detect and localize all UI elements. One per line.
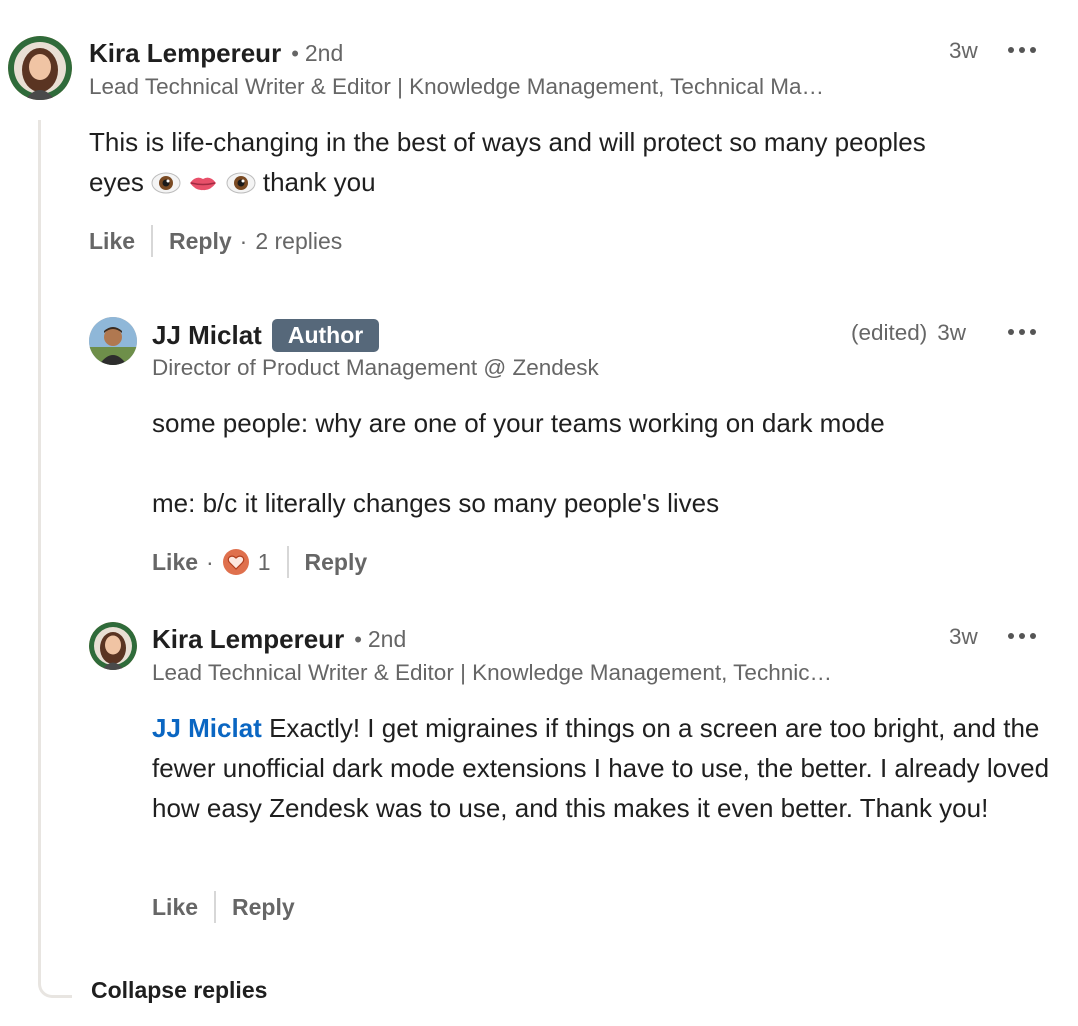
dot-separator: • [354, 626, 362, 652]
more-options-icon[interactable] [1008, 631, 1036, 641]
edited-label: (edited) [851, 320, 928, 345]
commenter-headline: Lead Technical Writer & Editor | Knowled… [152, 660, 832, 685]
comment-text-line: This is life-changing in the best of way… [89, 127, 926, 157]
mention-link[interactable]: JJ Miclat [152, 713, 262, 743]
timestamp: 3w [949, 624, 978, 649]
dot-separator: • [291, 40, 299, 66]
divider [214, 891, 217, 923]
dot-separator: · [239, 227, 248, 254]
reply-button[interactable]: Reply [305, 549, 368, 576]
author-badge: Author [271, 319, 380, 352]
lips-emoji [190, 177, 217, 191]
commenter-name[interactable]: JJ Miclat [152, 320, 262, 351]
replies-count[interactable]: 2 replies [255, 228, 342, 255]
timestamp: 3w [949, 38, 978, 63]
divider [151, 225, 154, 257]
more-options-icon[interactable] [1008, 45, 1036, 55]
heart-reaction-icon[interactable] [222, 548, 250, 576]
reply-button[interactable]: Reply [169, 228, 232, 255]
commenter-name[interactable]: Kira Lempereur [152, 624, 344, 655]
collapse-replies-button[interactable]: Collapse replies [91, 977, 267, 1004]
avatar[interactable] [8, 36, 72, 100]
commenter-headline: Lead Technical Writer & Editor | Knowled… [89, 74, 824, 99]
avatar[interactable] [89, 622, 137, 670]
comment-text-suffix: thank you [262, 167, 376, 197]
avatar[interactable] [89, 317, 137, 365]
comment-text-line: some people: why are one of your teams w… [152, 408, 885, 438]
thread-line [38, 120, 72, 998]
connection-degree: 2nd [367, 626, 407, 652]
like-button[interactable]: Like [152, 894, 198, 921]
timestamp: 3w [937, 320, 967, 345]
connection-degree: 2nd [304, 40, 344, 66]
comment-text: Exactly! I get migraines if things on a … [152, 713, 1050, 823]
eye-emoji [226, 172, 256, 194]
comment-text-line: me: b/c it literally changes so many peo… [152, 488, 720, 518]
reaction-count[interactable]: 1 [258, 549, 271, 576]
commenter-headline: Director of Product Management @ Zendesk [152, 355, 599, 380]
dot-separator: · [206, 548, 214, 575]
more-options-icon[interactable] [1008, 327, 1036, 337]
like-button[interactable]: Like [89, 228, 135, 255]
divider [286, 546, 289, 578]
like-button[interactable]: Like [152, 549, 198, 576]
comment-text-prefix: eyes [89, 167, 144, 197]
reply-button[interactable]: Reply [232, 894, 295, 921]
commenter-name[interactable]: Kira Lempereur [89, 38, 281, 69]
eye-emoji [151, 172, 181, 194]
